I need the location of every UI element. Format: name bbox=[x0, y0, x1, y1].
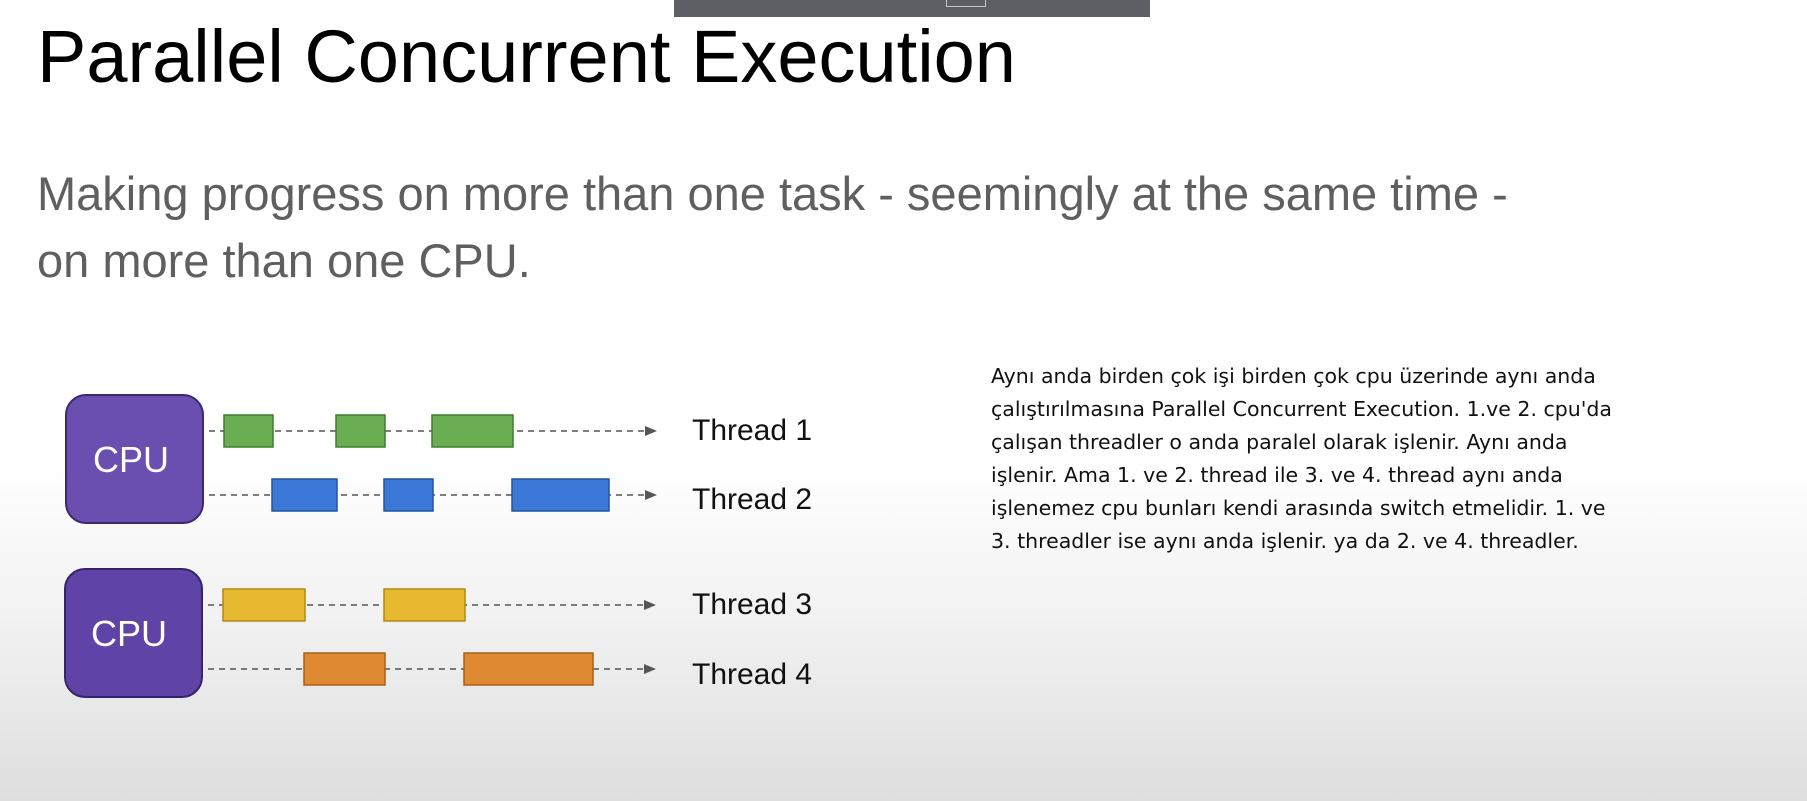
task-block bbox=[383, 588, 466, 622]
note-line: 3. threadler ise aynı anda işlenir. ya d… bbox=[991, 529, 1579, 553]
task-block bbox=[431, 414, 514, 448]
task-block bbox=[335, 414, 386, 448]
explanation-note: Aynı anda birden çok işi birden çok cpu … bbox=[991, 360, 1691, 558]
thread-label: Thread 3 bbox=[692, 588, 812, 621]
cpu-label: CPU bbox=[91, 613, 167, 654]
task-block bbox=[271, 478, 338, 512]
task-block bbox=[463, 652, 594, 686]
thread-label: Thread 4 bbox=[692, 658, 812, 691]
task-block bbox=[511, 478, 610, 512]
task-block bbox=[222, 588, 306, 622]
note-line: çalışan threadler o anda paralel olarak … bbox=[991, 430, 1568, 454]
note-line: çalıştırılmasına Parallel Concurrent Exe… bbox=[991, 397, 1612, 421]
task-block bbox=[303, 652, 386, 686]
note-line: işlenir. Ama 1. ve 2. thread ile 3. ve 4… bbox=[991, 463, 1563, 487]
note-line: Aynı anda birden çok işi birden çok cpu … bbox=[991, 364, 1596, 388]
task-block bbox=[383, 478, 434, 512]
note-line: işlenemez cpu bunları kendi arasında swi… bbox=[991, 496, 1606, 520]
cpu-label: CPU bbox=[93, 439, 169, 480]
thread-label: Thread 1 bbox=[692, 414, 812, 447]
task-block bbox=[223, 414, 274, 448]
thread-label: Thread 2 bbox=[692, 483, 812, 516]
